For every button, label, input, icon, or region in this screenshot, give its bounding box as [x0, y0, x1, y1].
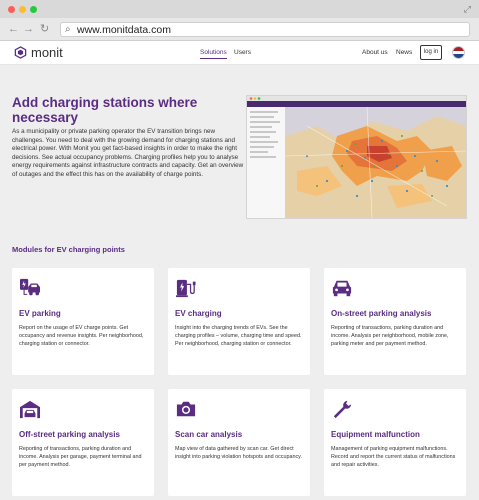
car-icon	[332, 280, 352, 297]
nav-about-us[interactable]: About us	[362, 49, 388, 56]
site-header: monit Solutions Users About us News log …	[0, 41, 479, 65]
card-description: Reporting of transactions, parking durat…	[19, 446, 142, 469]
card-description: Map view of data gathered by scan car. G…	[175, 446, 302, 461]
wrench-icon	[333, 400, 352, 419]
card-title: EV parking	[19, 309, 61, 318]
card-description: Insight into the charging trends of EVs.…	[175, 325, 302, 348]
card-title: Equipment malfunction	[331, 430, 420, 439]
module-card-equipment-malfunction[interactable]: Equipment malfunction Management of park…	[324, 389, 466, 496]
card-title: Scan car analysis	[175, 430, 243, 439]
ev-car-icon	[20, 278, 40, 296]
nav-solutions[interactable]: Solutions	[200, 49, 227, 59]
hero-title: Add charging stations where necessary	[12, 95, 198, 125]
nav-news[interactable]: News	[396, 49, 412, 56]
heatmap-screenshot-image	[247, 96, 467, 219]
modules-heading: Modules for EV charging points	[12, 245, 125, 254]
module-card-on-street-parking[interactable]: On-street parking analysis Reporting of …	[324, 268, 466, 375]
product-screenshot	[246, 95, 467, 219]
hero-body: As a municipality or private parking ope…	[12, 128, 244, 178]
module-card-ev-charging[interactable]: EV charging Insight into the charging tr…	[168, 268, 310, 375]
expand-icon[interactable]: ⤢	[464, 4, 471, 15]
card-description: Reporting of transactions, parking durat…	[331, 325, 449, 348]
card-title: On-street parking analysis	[331, 309, 432, 318]
minimize-window-button[interactable]	[19, 6, 26, 13]
module-card-ev-parking[interactable]: EV parking Report on the usage of EV cha…	[12, 268, 154, 375]
card-description: Management of parking equipment malfunct…	[331, 446, 456, 469]
charging-station-icon	[176, 279, 196, 298]
browser-titlebar: ⤢	[0, 0, 479, 18]
reload-icon[interactable]: ↻	[40, 23, 49, 35]
maximize-window-button[interactable]	[30, 6, 37, 13]
login-button[interactable]: log in	[420, 45, 442, 60]
card-title: EV charging	[175, 309, 222, 318]
close-window-button[interactable]	[8, 6, 15, 13]
nav-users[interactable]: Users	[234, 49, 251, 56]
card-title: Off-street parking analysis	[19, 430, 120, 439]
back-icon[interactable]: ←	[8, 23, 19, 35]
url-text[interactable]: www.monitdata.com	[77, 24, 171, 36]
address-bar[interactable]: ⌕ www.monitdata.com	[60, 22, 470, 37]
logo-text[interactable]: monit	[31, 45, 63, 60]
browser-chrome: ⤢ ← → ↻ ⌕ www.monitdata.com	[0, 0, 479, 41]
netherlands-flag-icon[interactable]	[452, 46, 465, 59]
module-card-scan-car[interactable]: Scan car analysis Map view of data gathe…	[168, 389, 310, 496]
card-description: Report on the usage of EV charge points.…	[19, 325, 144, 348]
garage-icon	[20, 400, 40, 419]
monit-logo-icon[interactable]	[14, 46, 27, 59]
search-icon: ⌕	[65, 24, 71, 35]
forward-icon[interactable]: →	[23, 23, 34, 35]
camera-icon	[176, 401, 196, 417]
module-card-off-street-parking[interactable]: Off-street parking analysis Reporting of…	[12, 389, 154, 496]
